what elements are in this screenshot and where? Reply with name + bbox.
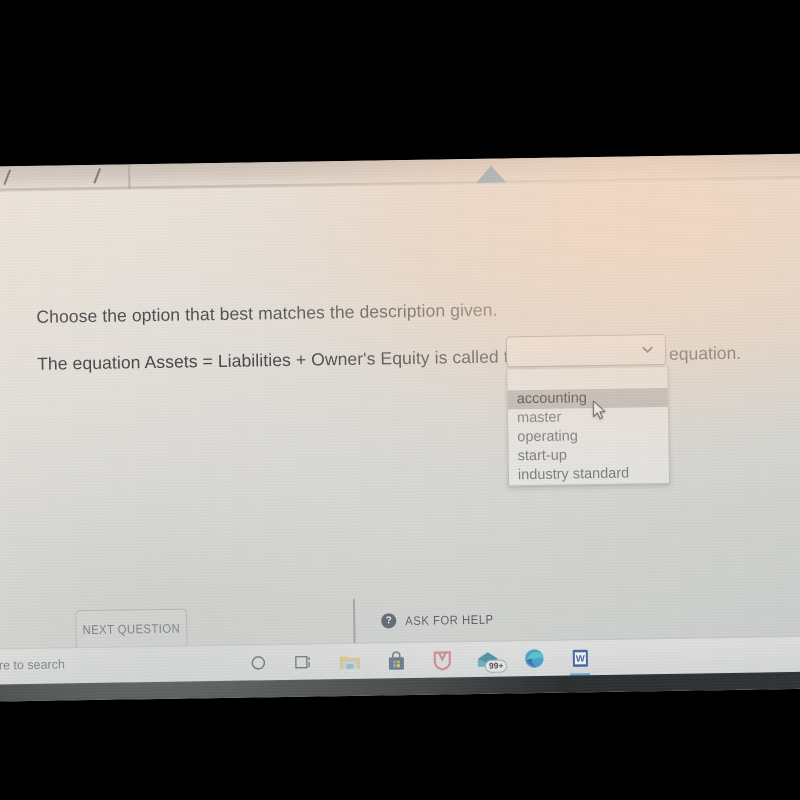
- cortana-icon[interactable]: [246, 651, 270, 675]
- quiz-instruction: Choose the option that best matches the …: [36, 299, 498, 327]
- file-explorer-icon[interactable]: [338, 649, 362, 673]
- tab-divider: [128, 164, 131, 190]
- dropdown-option-master[interactable]: master: [508, 407, 668, 429]
- chevron-down-icon: [642, 344, 653, 355]
- quiz-content: Choose the option that best matches the …: [0, 178, 800, 702]
- svg-text:W: W: [575, 653, 584, 664]
- answer-select[interactable]: [505, 333, 667, 368]
- mouse-pointer-icon: [592, 400, 607, 426]
- taskbar-search-input[interactable]: ere to search: [0, 657, 65, 672]
- question-mark-circle-icon: ?: [381, 613, 397, 629]
- dropdown-option[interactable]: [507, 367, 667, 391]
- mcafee-icon[interactable]: [430, 648, 454, 672]
- laptop-screen: Choose the option that best matches the …: [0, 153, 800, 702]
- question-text-prefix: The equation Assets = Liabilities + Owne…: [36, 346, 529, 374]
- dropdown-option-industry-standard[interactable]: industry standard: [509, 464, 669, 486]
- microsoft-word-icon[interactable]: W: [568, 646, 592, 675]
- ask-for-help-button[interactable]: ? ASK FOR HELP: [381, 612, 503, 629]
- dropdown-option-start-up[interactable]: start-up: [509, 445, 669, 467]
- task-view-icon[interactable]: [292, 650, 316, 674]
- photo-of-laptop-screen: Choose the option that best matches the …: [0, 0, 800, 800]
- taskbar-icon-group: 99+ W: [246, 640, 593, 680]
- microsoft-edge-icon[interactable]: [522, 646, 546, 670]
- answer-dropdown-list[interactable]: accounting master operating start-up ind…: [506, 365, 671, 487]
- ask-for-help-label: ASK FOR HELP: [405, 612, 494, 628]
- mail-icon[interactable]: 99+: [476, 647, 508, 673]
- dropdown-option-accounting[interactable]: accounting: [507, 387, 668, 410]
- mail-badge: 99+: [484, 658, 508, 673]
- next-question-button[interactable]: NEXT QUESTION: [75, 608, 188, 650]
- dropdown-option-operating[interactable]: operating: [508, 426, 668, 448]
- microsoft-store-icon[interactable]: [384, 649, 408, 673]
- triangle-up-icon[interactable]: [476, 165, 507, 183]
- next-question-label: NEXT QUESTION: [82, 621, 181, 637]
- question-text-suffix: equation.: [668, 342, 742, 364]
